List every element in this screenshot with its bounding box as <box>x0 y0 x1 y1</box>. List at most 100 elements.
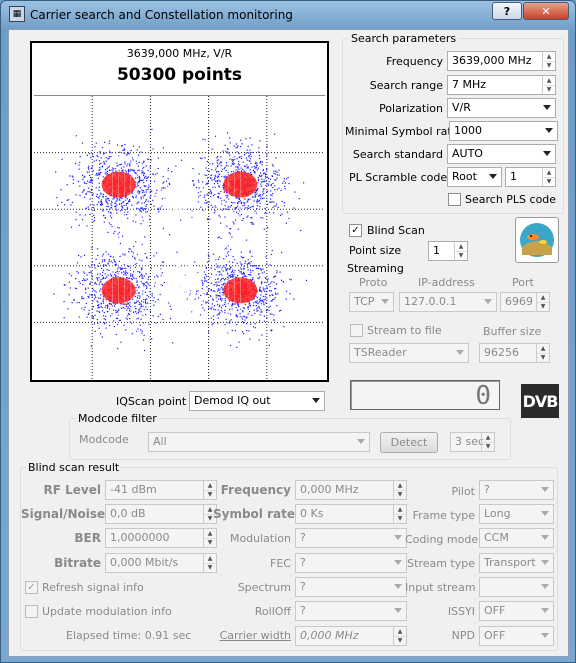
scatter-point <box>113 188 116 191</box>
scatter-point <box>230 281 233 284</box>
scatter-point <box>236 194 238 196</box>
scatter-point <box>211 169 213 171</box>
proto-header: Proto <box>359 276 388 289</box>
spin-up-icon[interactable]: ▲ <box>543 168 555 178</box>
scatter-point <box>120 341 122 343</box>
scatter-point <box>235 197 237 199</box>
modcode-combo[interactable]: All <box>148 432 370 452</box>
proto-combo[interactable]: TCP <box>349 292 394 312</box>
scatter-point <box>140 311 142 313</box>
interval-field[interactable]: 3 sec ▲ ▼ <box>450 432 495 452</box>
title-bar[interactable]: ▦ Carrier search and Constellation monit… <box>1 1 575 29</box>
scatter-point <box>93 160 95 162</box>
carrier-width-label[interactable]: Carrier width <box>213 629 291 642</box>
scatter-point <box>126 203 128 205</box>
scatter-point <box>242 192 244 195</box>
scatter-point <box>189 183 191 186</box>
scatter-point <box>140 198 142 200</box>
scatter-point <box>283 202 285 204</box>
frequency-spinner[interactable]: ▲ ▼ <box>542 52 555 70</box>
scatter-point <box>260 300 262 302</box>
scatter-point <box>251 314 253 316</box>
scatter-point <box>151 293 153 295</box>
ip-address-combo[interactable]: 127.0.0.1 <box>399 292 497 312</box>
interval-spinner[interactable]: ▲ ▼ <box>481 433 494 451</box>
symbol-rate-combo[interactable]: 1000 <box>449 121 558 141</box>
spin-down-icon[interactable]: ▼ <box>537 354 549 363</box>
scatter-point <box>186 183 189 186</box>
blind-scan-checkbox[interactable]: ✓ <box>349 224 362 237</box>
scatter-point <box>108 156 110 158</box>
point-size-spinner[interactable]: ▲ ▼ <box>454 242 467 260</box>
spin-up-icon[interactable]: ▲ <box>543 76 555 86</box>
spin-up-icon[interactable]: ▲ <box>455 242 467 252</box>
iq-scan-point-value: Demod IQ out <box>194 394 271 407</box>
pl-code-spinner[interactable]: ▲ ▼ <box>542 168 555 186</box>
spin-down-icon[interactable]: ▼ <box>543 178 555 187</box>
scatter-point <box>100 201 103 203</box>
scatter-point <box>246 180 248 183</box>
spin-up-icon[interactable]: ▲ <box>543 52 555 62</box>
scatter-point <box>236 300 238 303</box>
scatter-point <box>99 167 101 169</box>
scatter-point <box>121 170 123 172</box>
scatter-point <box>251 206 253 208</box>
scatter-point <box>152 199 154 201</box>
scatter-point <box>236 280 238 282</box>
buffer-size-field[interactable]: 96256 ▲ ▼ <box>479 343 550 363</box>
scatter-point <box>181 190 184 192</box>
scatter-point <box>118 203 121 205</box>
result-frequency-field: 0,000 MHz ▲ ▼ <box>295 480 407 500</box>
scatter-point <box>108 260 110 262</box>
scatter-point <box>104 322 106 324</box>
detect-button[interactable]: Detect <box>380 432 438 453</box>
spin-up-icon[interactable]: ▲ <box>482 433 494 443</box>
iq-scan-point-combo[interactable]: Demod IQ out <box>189 391 325 411</box>
stream-to-file-checkbox[interactable] <box>350 324 363 337</box>
scatter-point <box>99 281 101 284</box>
scatter-point <box>95 283 97 285</box>
scatter-point <box>79 194 81 196</box>
scatter-point <box>258 147 260 149</box>
refresh-signal-checkbox[interactable]: ✓ <box>25 581 38 594</box>
scatter-point <box>84 214 86 216</box>
close-button[interactable]: ✕ <box>523 2 569 20</box>
scatter-point <box>110 286 112 289</box>
spin-down-icon[interactable]: ▼ <box>543 86 555 95</box>
scatter-point <box>236 182 239 184</box>
pl-code-field[interactable]: 1 ▲ ▼ <box>505 167 556 187</box>
scatter-point <box>87 287 89 289</box>
scatter-point <box>214 205 216 207</box>
spin-down-icon[interactable]: ▼ <box>482 443 494 452</box>
search-range-field[interactable]: 7 MHz ▲ ▼ <box>447 75 556 95</box>
search-standard-combo[interactable]: AUTO <box>447 144 556 164</box>
pl-mode-combo[interactable]: Root <box>447 167 502 187</box>
scatter-point <box>134 263 136 265</box>
scatter-point <box>90 181 92 183</box>
spin-down-icon[interactable]: ▼ <box>543 62 555 71</box>
spin-down-icon[interactable]: ▼ <box>537 303 549 312</box>
polarization-combo[interactable]: V/R <box>447 98 556 118</box>
spin-up-icon[interactable]: ▲ <box>537 344 549 354</box>
scatter-point <box>132 276 134 278</box>
scatter-point <box>93 323 95 325</box>
scatter-point <box>235 307 237 309</box>
spin-up-icon[interactable]: ▲ <box>537 293 549 303</box>
search-range-spinner[interactable]: ▲ ▼ <box>542 76 555 94</box>
scatter-point <box>174 301 177 304</box>
frequency-field[interactable]: 3639,000 MHz ▲ ▼ <box>447 51 556 71</box>
scatter-point <box>224 301 226 304</box>
point-size-field[interactable]: 1 ▲ ▼ <box>428 241 468 261</box>
help-button[interactable]: ? <box>492 2 522 20</box>
search-pls-checkbox[interactable] <box>448 193 461 206</box>
port-spinner[interactable]: ▲ ▼ <box>536 293 549 311</box>
spin-down-icon[interactable]: ▼ <box>455 252 467 261</box>
buffer-size-spinner[interactable]: ▲ ▼ <box>536 344 549 362</box>
file-format-combo[interactable]: TSReader <box>349 343 469 363</box>
scatter-point <box>249 187 251 190</box>
port-field[interactable]: 6969 ▲ ▼ <box>500 292 550 312</box>
bitrate-label: Bitrate <box>54 556 101 570</box>
scatter-point <box>266 263 268 265</box>
update-modulation-checkbox[interactable] <box>25 605 38 618</box>
fish-logo-button[interactable] <box>515 217 559 263</box>
